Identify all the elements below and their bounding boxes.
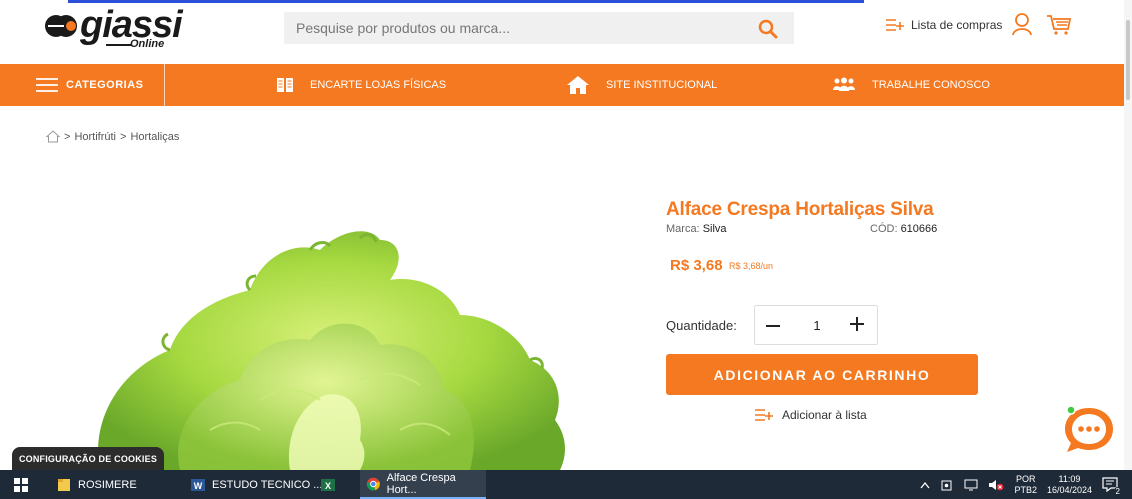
- windows-taskbar: ROSIMERE W ESTUDO TECNICO ... X Alface C…: [0, 470, 1132, 499]
- taskbar-item-word[interactable]: W ESTUDO TECNICO ...: [184, 470, 328, 499]
- giassi-logo[interactable]: giassi Online: [44, 4, 204, 50]
- decrease-quantity-button[interactable]: [763, 316, 783, 336]
- meet-now-icon[interactable]: [940, 478, 954, 492]
- folder-icon: [58, 478, 70, 491]
- site-header: giassi Online Lista de compras: [0, 0, 1132, 64]
- shopping-list-label: Lista de compras: [911, 18, 1003, 32]
- people-icon: [833, 77, 855, 91]
- hamburger-icon: [36, 78, 58, 92]
- add-to-list-link[interactable]: Adicionar à lista: [754, 408, 867, 422]
- quantity-stepper: 1: [754, 305, 878, 345]
- categories-menu[interactable]: CATEGORIAS: [36, 64, 164, 106]
- add-to-list-label: Adicionar à lista: [782, 408, 867, 422]
- cart-icon[interactable]: [1046, 13, 1072, 37]
- system-tray: POR PTB2 11:09 16/04/2024 2: [920, 470, 1132, 499]
- lang-top: POR: [1015, 473, 1036, 484]
- add-list-icon: [755, 409, 773, 421]
- breadcrumb-item-hortalicas[interactable]: Hortaliças: [130, 131, 179, 143]
- clock[interactable]: 11:09 16/04/2024: [1047, 474, 1092, 496]
- nav-item-encarte[interactable]: ENCARTE LOJAS FÍSICAS: [276, 64, 446, 106]
- book-icon: [277, 78, 293, 92]
- user-icon[interactable]: [1010, 12, 1034, 36]
- nav-item-label: ENCARTE LOJAS FÍSICAS: [310, 79, 447, 91]
- product-price: R$ 3,68: [670, 257, 723, 274]
- breadcrumb-separator: >: [120, 130, 127, 143]
- notification-count: 2: [1113, 486, 1122, 496]
- cookie-settings-tab[interactable]: CONFIGURAÇÃO DE COOKIES: [12, 447, 164, 470]
- home-icon: [567, 76, 589, 94]
- chevron-up-icon[interactable]: [920, 481, 930, 489]
- chat-icon[interactable]: [1063, 404, 1115, 456]
- search-icon[interactable]: [758, 19, 778, 39]
- product-title: Alface Crespa Hortaliças Silva: [666, 199, 934, 220]
- add-list-icon: [886, 19, 904, 31]
- product-brand: Marca: Silva: [666, 223, 727, 235]
- taskbar-item-excel[interactable]: X: [314, 470, 342, 499]
- taskbar-item-folder[interactable]: ROSIMERE: [50, 470, 143, 499]
- clock-time: 11:09: [1058, 473, 1081, 484]
- taskbar-item-chrome[interactable]: Alface Crespa Hort...: [360, 470, 486, 499]
- main-nav: CATEGORIAS ENCARTE LOJAS FÍSICAS SITE IN…: [0, 64, 1124, 106]
- breadcrumb-separator: >: [64, 130, 71, 143]
- nav-item-trabalhe[interactable]: TRABALHE CONOSCO: [832, 64, 990, 106]
- code-label: CÓD:: [870, 223, 898, 235]
- svg-text:W: W: [194, 481, 203, 491]
- search-bar: [284, 12, 794, 44]
- scrollbar-thumb[interactable]: [1126, 20, 1130, 100]
- language-indicator[interactable]: POR PTB2: [1014, 474, 1037, 496]
- brand-value[interactable]: Silva: [703, 223, 727, 235]
- nav-item-institucional[interactable]: SITE INSTITUCIONAL: [566, 64, 717, 106]
- taskbar-item-label: ESTUDO TECNICO ...: [212, 478, 323, 491]
- chrome-icon: [366, 477, 380, 490]
- page: giassi Online Lista de compras: [0, 0, 1132, 499]
- top-accent-line: [68, 0, 864, 3]
- svg-text:X: X: [325, 481, 331, 491]
- code-value: 610666: [900, 223, 938, 235]
- logo-subtext: Online: [130, 38, 165, 50]
- logo-mark-icon: [45, 15, 77, 37]
- breadcrumb: > Hortifrúti > Hortaliças: [46, 130, 179, 143]
- categories-label: CATEGORIAS: [66, 79, 144, 91]
- taskbar-item-label: Alface Crespa Hort...: [386, 471, 456, 496]
- search-input[interactable]: [284, 12, 744, 44]
- volume-muted-icon[interactable]: [988, 478, 1004, 492]
- product-image: [98, 231, 565, 470]
- home-outline-icon[interactable]: [46, 130, 60, 143]
- clock-date: 16/04/2024: [1046, 484, 1092, 495]
- plus-icon: [850, 317, 864, 331]
- add-to-cart-button[interactable]: ADICIONAR AO CARRINHO: [666, 354, 978, 395]
- minus-icon: [766, 325, 780, 327]
- word-icon: W: [191, 478, 205, 491]
- shopping-list-link[interactable]: Lista de compras: [885, 18, 1002, 32]
- brand-label: Marca:: [666, 223, 700, 235]
- notification-center[interactable]: 2: [1102, 476, 1122, 496]
- nav-item-label: TRABALHE CONOSCO: [872, 79, 990, 91]
- quantity-value[interactable]: 1: [807, 318, 827, 333]
- product-code: CÓD: 610666: [870, 223, 937, 235]
- taskbar-item-label: ROSIMERE: [78, 478, 137, 491]
- excel-icon: X: [321, 478, 335, 491]
- product-unit-price: R$ 3,68/un: [729, 261, 774, 271]
- breadcrumb-item-hortifruti[interactable]: Hortifrúti: [74, 131, 116, 143]
- lang-bottom: PTB2: [1014, 484, 1037, 495]
- network-icon[interactable]: [964, 478, 978, 492]
- increase-quantity-button[interactable]: [847, 314, 867, 334]
- windows-start-icon[interactable]: [14, 478, 28, 492]
- logo-underline: [106, 44, 132, 46]
- nav-divider: [164, 64, 165, 106]
- quantity-label: Quantidade:: [666, 318, 737, 333]
- nav-item-label: SITE INSTITUCIONAL: [606, 79, 718, 91]
